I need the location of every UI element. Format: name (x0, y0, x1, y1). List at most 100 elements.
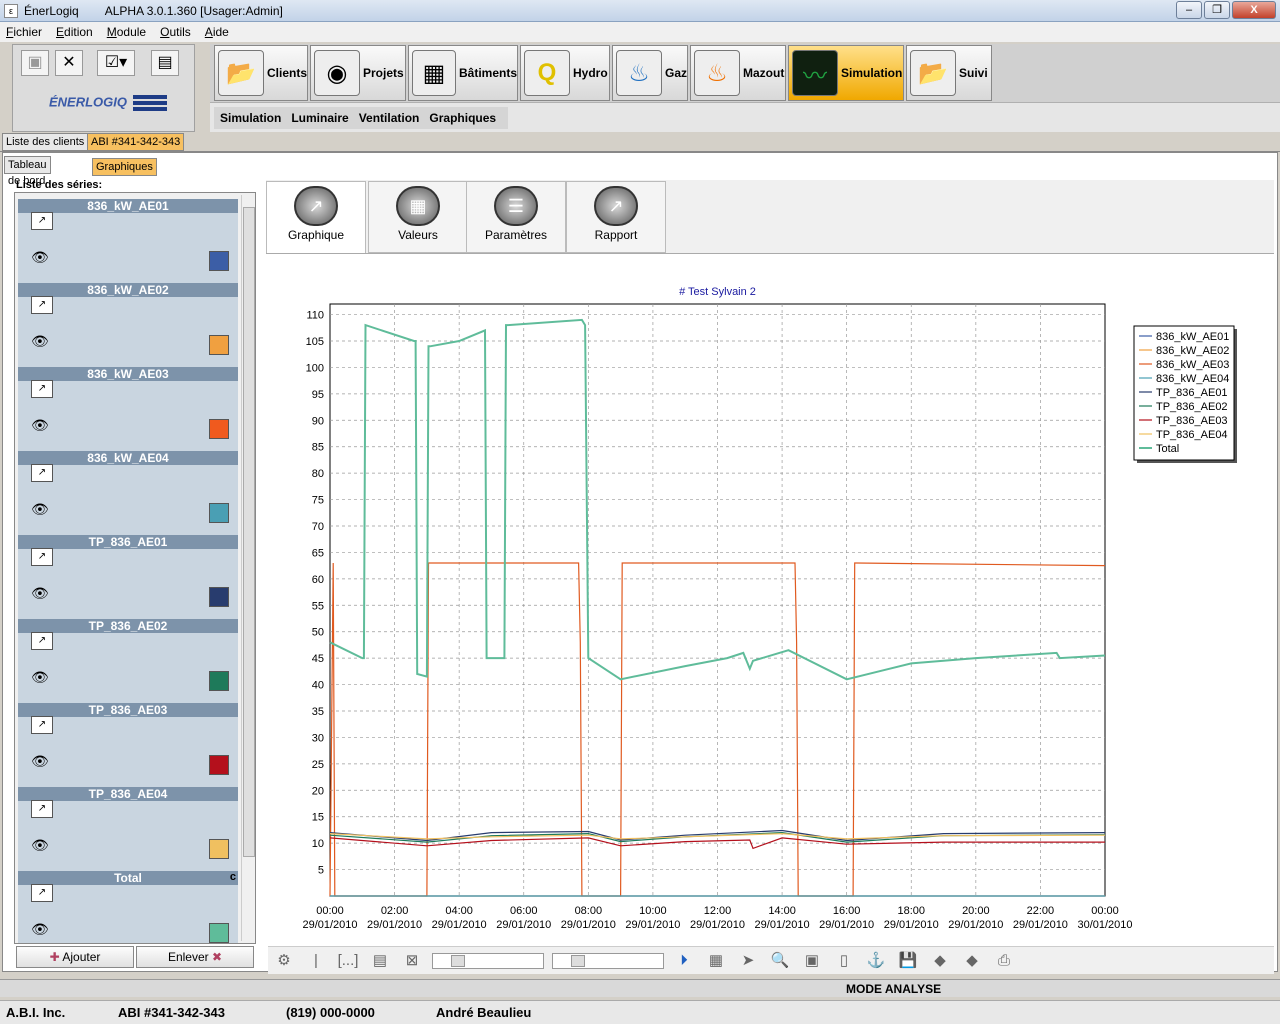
eye-icon[interactable]: 👁 (31, 333, 49, 350)
module-hydro[interactable]: Q Hydro (520, 45, 610, 101)
print-icon[interactable]: ▣ (21, 50, 49, 76)
range-icon[interactable]: [...] (335, 950, 361, 972)
tab-parametres[interactable]: ☰ Paramètres (466, 181, 566, 253)
series-item[interactable]: TP_836_AE04 ↗ 👁 (18, 787, 238, 871)
series-scrollbar[interactable] (241, 195, 255, 941)
menu-fichier[interactable]: Fichier (6, 25, 42, 39)
series-color-swatch[interactable] (209, 587, 229, 607)
tab-charts[interactable]: Graphiques (92, 158, 157, 176)
series-color-swatch[interactable] (209, 503, 229, 523)
close-x-icon[interactable]: ✕ (55, 50, 83, 76)
series-item[interactable]: TP_836_AE01 ↗ 👁 (18, 535, 238, 619)
subnav-luminaire[interactable]: Luminaire (291, 111, 348, 125)
tab-client-list[interactable]: Liste des clients (2, 133, 89, 151)
y-tick-label: 35 (312, 706, 324, 718)
series-item[interactable]: Total c ↗ 👁 (18, 871, 238, 943)
play-icon[interactable]: ⏵ (671, 950, 697, 972)
series-item[interactable]: 836_kW_AE01 ↗ 👁 (18, 199, 238, 283)
menu-edition[interactable]: Edition (56, 25, 93, 39)
list-icon[interactable]: ▤ (367, 950, 393, 972)
series-item[interactable]: 836_kW_AE02 ↗ 👁 (18, 283, 238, 367)
eye-icon[interactable]: 👁 (31, 753, 49, 770)
minimize-button[interactable]: – (1176, 1, 1202, 19)
pointer-icon[interactable]: ➤ (735, 950, 761, 972)
status-user: André Beaulieu (436, 1005, 532, 1020)
series-color-swatch[interactable] (209, 839, 229, 859)
module-batiments[interactable]: ▦ Bâtiments (408, 45, 518, 101)
page-icon[interactable]: ▯ (831, 950, 857, 972)
series-color-swatch[interactable] (209, 923, 229, 943)
series-color-swatch[interactable] (209, 251, 229, 271)
menu-aide[interactable]: Aide (205, 25, 229, 39)
module-gaz[interactable]: ♨ Gaz (612, 45, 688, 101)
printer-icon[interactable]: ⎙ (991, 950, 1017, 972)
table-icon[interactable]: ▦ (703, 950, 729, 972)
crop-icon[interactable]: ▣ (799, 950, 825, 972)
app-icon: ε (4, 3, 18, 18)
zoom-fit-icon[interactable]: ⊠ (399, 950, 425, 972)
subnav-simulation[interactable]: Simulation (220, 111, 281, 125)
horizontal-slider-2[interactable] (552, 952, 664, 969)
magnifier-icon[interactable]: 🔍 (767, 950, 793, 972)
subnav-ventilation[interactable]: Ventilation (359, 111, 420, 125)
chart-type-icon[interactable]: ↗ (31, 296, 53, 314)
series-color-swatch[interactable] (209, 419, 229, 439)
maximize-button[interactable]: ❐ (1204, 1, 1230, 19)
series-item[interactable]: 836_kW_AE03 ↗ 👁 (18, 367, 238, 451)
series-item[interactable]: TP_836_AE02 ↗ 👁 (18, 619, 238, 703)
chart-type-icon[interactable]: ↗ (31, 212, 53, 230)
checkbox-dropdown-icon[interactable]: ☑▾ (97, 50, 135, 76)
tab-rapport[interactable]: ↗ Rapport (566, 181, 666, 253)
module-suivi[interactable]: 📂 Suivi (906, 45, 992, 101)
eye-icon[interactable]: 👁 (31, 669, 49, 686)
sub-navigation: Simulation Luminaire Ventilation Graphiq… (210, 102, 1280, 132)
subnav-graphiques[interactable]: Graphiques (429, 111, 496, 125)
save-icon[interactable]: 💾 (895, 950, 921, 972)
module-mazout[interactable]: ♨ Mazout (690, 45, 786, 101)
module-simulation[interactable]: 〰 Simulation (788, 45, 904, 101)
horizontal-slider-1[interactable] (432, 952, 544, 969)
y-tick-label: 45 (312, 653, 324, 665)
chart-type-icon[interactable]: ↗ (31, 380, 53, 398)
eye-icon[interactable]: 👁 (31, 837, 49, 854)
chart-type-icon[interactable]: ↗ (31, 632, 53, 650)
series-color-swatch[interactable] (209, 335, 229, 355)
eye-icon[interactable]: 👁 (31, 417, 49, 434)
menu-module[interactable]: Module (107, 25, 146, 39)
module-clients[interactable]: 📂 Clients (214, 45, 308, 101)
series-item[interactable]: TP_836_AE03 ↗ 👁 (18, 703, 238, 787)
eye-icon[interactable]: 👁 (31, 249, 49, 266)
anchor-icon[interactable]: ⚓ (863, 950, 889, 972)
chart-type-icon[interactable]: ↗ (31, 716, 53, 734)
chart-type-icon[interactable]: ↗ (31, 464, 53, 482)
eye-icon[interactable]: 👁 (31, 921, 49, 938)
remove-series-button[interactable]: Enlever ✖ (136, 946, 254, 968)
menu-outils[interactable]: Outils (160, 25, 191, 39)
tab-dashboard[interactable]: Tableau de bord (4, 156, 51, 187)
chart-type-icon[interactable]: ↗ (31, 548, 53, 566)
eye-icon[interactable]: 👁 (31, 501, 49, 518)
series-color-swatch[interactable] (209, 671, 229, 691)
tag-icon[interactable]: ◆ (927, 950, 953, 972)
series-item[interactable]: 836_kW_AE04 ↗ 👁 (18, 451, 238, 535)
legend-entry: Total (1156, 443, 1179, 455)
series-name: TP_836_AE01 (18, 535, 238, 549)
settings-icon[interactable]: ⚙ (271, 950, 297, 972)
book-icon[interactable]: ▤ (151, 50, 179, 76)
separator-icon: | (314, 951, 318, 969)
tab-graphique[interactable]: ↗ Graphique (266, 181, 366, 253)
tab-abi[interactable]: ABI #341-342-343 (87, 133, 185, 151)
close-button[interactable]: X (1232, 1, 1276, 19)
status-project: ABI #341-342-343 (118, 1005, 225, 1020)
chart-type-icon[interactable]: ↗ (31, 800, 53, 818)
eye-icon[interactable]: 👁 (31, 585, 49, 602)
tab-valeurs[interactable]: ▦ Valeurs (368, 181, 468, 253)
series-color-swatch[interactable] (209, 755, 229, 775)
x-tick-date-label: 29/01/2010 (496, 919, 551, 931)
series-name: TP_836_AE04 (18, 787, 238, 801)
remove-icon: ✖ (208, 950, 223, 964)
tags-icon[interactable]: ◆ (959, 950, 985, 972)
module-projets[interactable]: ◉ Projets (310, 45, 406, 101)
add-series-button[interactable]: ✚ Ajouter (16, 946, 134, 968)
chart-type-icon[interactable]: ↗ (31, 884, 53, 902)
